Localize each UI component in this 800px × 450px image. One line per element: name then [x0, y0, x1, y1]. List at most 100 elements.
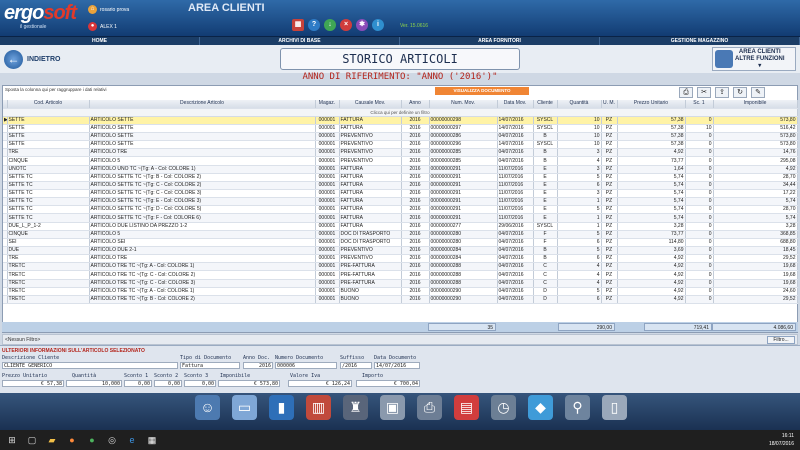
table-row[interactable]: SETTE TC ARTICOLO SETTE TC ~(Tg: E - Col:… — [3, 197, 798, 207]
binder-icon[interactable]: ▮ — [269, 395, 294, 420]
table-row[interactable]: TRE ARTICOLO TRE 000001 PREVENTIVO 2016 00000… — [3, 254, 798, 264]
search-icon[interactable]: ⚲ — [565, 395, 590, 420]
cards-icon[interactable]: ▭ — [232, 395, 257, 420]
table-row[interactable]: CINQUE ARTICOLO 5 000001 PREVENTIVO 2016 0000… — [3, 156, 798, 166]
nav-home[interactable]: HOME — [0, 37, 200, 45]
table-cell: TRETC — [7, 295, 90, 305]
column-header[interactable]: Quantità — [557, 100, 602, 109]
table-row[interactable]: TRE ARTICOLO TRE 000001 PREVENTIVO 2016 00000… — [3, 148, 798, 158]
table-cell: 1 — [557, 197, 602, 207]
table-row[interactable]: DUE_L_P_1-2 ARTICOLO DUE LISTINO DA PREZZ… — [3, 222, 798, 231]
table-cell: SETTE — [7, 140, 90, 150]
table-row[interactable]: CINQUE ARTICOLO 5 000001 DOC DI TRASPORTO 20… — [3, 230, 798, 239]
ie-icon[interactable]: e — [124, 433, 140, 447]
column-header[interactable]: Causale Mov. — [339, 100, 402, 109]
explorer-icon[interactable]: ▰ — [44, 433, 60, 447]
column-header[interactable]: Data Mov. — [497, 100, 534, 109]
visualizza-documento-button[interactable]: VISUALIZZA DOCUMENTO — [435, 87, 529, 95]
importo-field: € 700,04 — [356, 380, 420, 387]
desc-cliente-label: Descrizione Cliente — [2, 355, 60, 361]
documents-icon[interactable]: ▯ — [602, 395, 627, 420]
download-icon[interactable]: ↓ — [324, 19, 336, 31]
table-row[interactable]: TRETC ARTICOLO TRE TC ~(Tg: A - Col: COLO… — [3, 262, 798, 272]
charts-icon[interactable]: ▥ — [306, 395, 331, 420]
ergosoft-logo: ergosoft — [4, 2, 77, 24]
save-icon[interactable]: ▣ — [380, 395, 405, 420]
back-button[interactable]: ← INDIETRO — [4, 48, 76, 70]
table-row[interactable]: SETTE TC ARTICOLO SETTE TC ~(Tg: C - Col:… — [3, 181, 798, 191]
info-icon[interactable]: i — [372, 19, 384, 31]
ergosoft-task-icon[interactable]: ▦ — [144, 433, 160, 447]
column-header[interactable]: Magaz. — [315, 100, 340, 109]
table-cell: 29,52 — [713, 254, 798, 264]
table-cell: 14,76 — [713, 148, 798, 158]
table-row[interactable]: SETTE ARTICOLO SETTE 000001 FATTURA 2016 0000… — [3, 124, 798, 134]
column-header[interactable]: U. M. — [601, 100, 618, 109]
clienti-icon[interactable]: ☺ — [195, 395, 220, 420]
table-row[interactable]: SETTE ARTICOLO SETTE 000001 PREVENTIVO 2016 0… — [3, 132, 798, 142]
table-cell: 29/06/2016 — [497, 222, 534, 231]
calculator-icon[interactable]: ▦ — [292, 19, 304, 31]
column-header[interactable]: Prezzo Unitario — [617, 100, 686, 109]
column-header[interactable]: Cod. Articolo — [7, 100, 90, 109]
table-row[interactable]: SETTE TC ARTICOLO SETTE TC ~(Tg: F - Col:… — [3, 213, 798, 223]
column-header[interactable]: Num. Mov. — [429, 100, 498, 109]
refresh-icon[interactable]: ↻ — [733, 87, 747, 98]
column-header[interactable]: Anno — [401, 100, 430, 109]
export-icon[interactable]: ⇪ — [715, 87, 729, 98]
clock-icon[interactable]: ◷ — [491, 395, 516, 420]
tools-icon[interactable]: ✂ — [697, 87, 711, 98]
help-icon[interactable]: ? — [308, 19, 320, 31]
table-row[interactable]: TRETC ARTICOLO TRE TC ~(Tg: C - Col: COLO… — [3, 279, 798, 288]
table-cell: ARTICOLO SETTE — [89, 132, 316, 142]
anno-doc-field: 2016 — [243, 362, 273, 369]
edit-icon[interactable]: ✎ — [751, 87, 765, 98]
table-row[interactable]: SETTE ARTICOLO SETTE 000001 PREVENTIVO 2016 0… — [3, 140, 798, 150]
nav-magazzino[interactable]: GESTIONE MAGAZZINO — [600, 37, 800, 45]
close-icon[interactable]: × — [340, 19, 352, 31]
table-row[interactable]: SETTE TC ARTICOLO SETTE TC ~(Tg: D - Col:… — [3, 205, 798, 215]
nav-fornitori[interactable]: AREA FORNITORI — [400, 37, 600, 45]
windows-start-icon[interactable]: ⊞ — [4, 433, 20, 447]
column-header[interactable]: Descrizione Articolo — [89, 100, 316, 109]
nav-archivi[interactable]: ARCHIVI DI BASE — [200, 37, 400, 45]
table-row[interactable]: UNOTC ARTICOLO UNO TC ~(Tg: A - Col: COLO… — [3, 165, 798, 174]
tag-icon[interactable]: ◆ — [528, 395, 553, 420]
table-cell: 4,92 — [617, 262, 686, 272]
table-row[interactable]: SETTE TC ARTICOLO SETTE TC ~(Tg: C - Col:… — [3, 189, 798, 199]
calendar-icon[interactable]: ▤ — [454, 395, 479, 420]
table-cell: 4 — [557, 270, 602, 280]
table-row[interactable]: TRETC ARTICOLO TRE TC ~(Tg: A - Col: COLO… — [3, 287, 798, 296]
printer-icon[interactable]: ⎙ — [417, 395, 442, 420]
system-clock: 16:11 18/07/2016 — [768, 433, 794, 447]
table-cell: 000001 — [315, 189, 340, 199]
table-row[interactable]: TRETC ARTICOLO TRE TC ~(Tg: B - Col: COLO… — [3, 295, 798, 305]
column-header[interactable]: Cliente — [533, 100, 558, 109]
table-row[interactable]: DUE ARTICOLO DUE 2-1 000001 PREVENTIVO 2016 0… — [3, 246, 798, 256]
print-icon[interactable]: ⎙ — [679, 87, 693, 98]
table-cell: DUE_L_P_1-2 — [7, 222, 90, 231]
table-cell: 0 — [685, 262, 714, 272]
filter-row[interactable]: Clicca qui per definire un filtro — [3, 109, 797, 117]
firefox-icon[interactable]: ● — [64, 433, 80, 447]
column-header[interactable]: Sc. 1 — [685, 100, 714, 109]
table-row[interactable]: SEI ARTICOLO SEI 000001 DOC DI TRASPORTO 201… — [3, 238, 798, 248]
imponibile-field: € 573,80 — [218, 380, 280, 387]
table-cell: 000001 — [315, 156, 340, 166]
column-header[interactable]: Imponibile — [713, 100, 798, 109]
settings-icon[interactable]: ✱ — [356, 19, 368, 31]
table-cell: 19,68 — [713, 270, 798, 280]
chrome-icon[interactable]: ● — [84, 433, 100, 447]
table-cell: PREVENTIVO — [339, 132, 402, 142]
task-view-icon[interactable]: ▢ — [24, 433, 40, 447]
table-row[interactable]: ▶SETTEARTICOLO SETTE000001FATTURA2016000… — [3, 116, 798, 125]
table-row[interactable]: SETTE TC ARTICOLO SETTE TC ~(Tg: B - Col:… — [3, 173, 798, 182]
altre-funzioni-button[interactable]: AREA CLIENTI ALTRE FUNZIONI ▾ — [712, 47, 796, 71]
table-cell: 00000000288 — [429, 279, 498, 288]
app-icon[interactable]: ◎ — [104, 433, 120, 447]
security-icon[interactable]: ♜ — [343, 395, 368, 420]
table-cell: 1 — [557, 213, 602, 223]
filter-button[interactable]: Filtro... — [767, 336, 795, 344]
table-cell: TRETC — [7, 270, 90, 280]
table-row[interactable]: TRETC ARTICOLO TRE TC ~(Tg: C - Col: COLO… — [3, 270, 798, 280]
